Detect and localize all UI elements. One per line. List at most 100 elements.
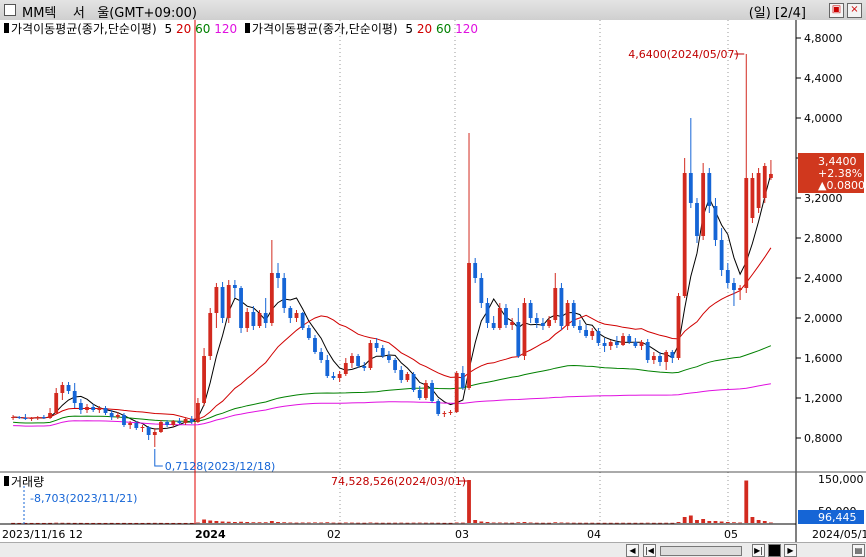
candle-body [584,330,588,336]
scroll-left-icon[interactable]: ◀ [626,544,639,557]
window-icon[interactable] [4,4,16,16]
volume-bar [719,521,724,523]
volume-bar [208,520,213,523]
volume-bar [417,522,422,524]
volume-bar [245,522,250,523]
candle-body [325,360,330,376]
ma60-legend[interactable]: 60 [195,22,210,36]
candle-body [676,296,681,358]
candle-body [485,303,490,323]
volume-bar [263,522,268,523]
volume-bar [331,522,336,524]
volume-bar [479,521,484,523]
legend-square-icon [4,23,9,33]
candle-body [553,288,558,320]
ma5-legend-2[interactable]: 5 [405,22,413,36]
ma20-legend-2[interactable]: 20 [417,22,432,36]
volume-bar [109,522,114,524]
candle-body [417,390,422,398]
candle-body [306,328,311,338]
candle-body [368,343,373,368]
volume-bar [54,522,59,524]
scroll-start-icon[interactable]: |◀ [643,544,656,557]
vol-high-annotation: 74,528,526(2024/03/01) [331,475,466,488]
volume-bar [78,522,83,524]
candle-body [362,366,367,368]
volume-bar [356,522,361,524]
candle-body [17,417,22,418]
volume-bar [695,520,699,523]
candle-body [269,273,274,323]
scroll-right-icon[interactable]: ▶ [784,544,797,557]
candle-body [282,278,287,308]
volume-bar [516,522,521,523]
scroll-end-icon[interactable]: ▶| [752,544,765,557]
ma120-legend-2[interactable]: 120 [455,22,478,36]
volume-bar [436,522,441,524]
candle-body [701,173,706,236]
ma60-legend-2[interactable]: 60 [436,22,451,36]
candle-body [639,342,644,346]
candle-body [226,285,231,318]
period-indicator[interactable]: (일) [2/4] [749,2,806,21]
legend-square-icon [244,23,250,33]
time-axis-label: 2024 [195,528,226,541]
volume-bar [614,522,619,524]
time-axis-label: 02 [327,528,341,541]
volume-bar [707,521,712,523]
volume-bar [387,522,391,524]
volume-bar [103,522,108,524]
ma120-legend[interactable]: 120 [214,22,237,36]
scroll-thumb[interactable] [660,546,742,556]
volume-bar [510,522,515,524]
volume-bar [152,522,157,524]
close-icon[interactable]: × [847,3,862,18]
candle-body [97,408,102,410]
candle-body [559,288,564,326]
ma20-legend[interactable]: 20 [176,22,191,36]
candle-body [541,323,545,326]
price-tick-label: 2,0000 [804,312,843,325]
candle-body [510,322,515,325]
candlestick-chart[interactable]: 4,80004,40004,00003,60003,20002,80002,40… [0,20,866,542]
volume-bar [85,522,89,524]
price-pane [0,20,866,472]
volume-bar [473,520,478,523]
candle-body [448,412,453,413]
candle-body [571,303,576,326]
candle-body [688,173,693,203]
candle-body [313,338,317,352]
volume-bar [497,522,502,524]
candle-body [208,313,213,356]
price-legend: 가격이동평균(종가,단순이평) 5 20 60 120 가격이동평균(종가,단순… [4,20,478,37]
candle-body [621,336,625,345]
candle-body [707,173,712,206]
candle-body [251,312,256,326]
window-settings-icon[interactable]: ▣ [829,3,844,18]
candle-body [682,173,687,296]
candle-body [769,174,773,178]
candle-body [393,360,397,370]
candle-body [331,376,336,378]
candle-body [436,401,441,414]
candle-body [516,322,521,356]
zoom-icon[interactable]: ▤ [852,544,865,557]
candle-body [122,415,126,425]
volume-bar [448,522,453,524]
volume-bar [362,522,367,524]
candle-body [387,356,391,360]
volume-bar [48,522,52,524]
volume-bar [189,522,194,524]
volume-bar [534,522,539,524]
volume-bar [115,522,120,524]
volume-bar [380,522,385,524]
stop-icon[interactable] [768,544,781,557]
ma5-legend[interactable]: 5 [165,22,173,36]
candle-body [350,356,354,363]
low-annotation: 0,7128(2023/12/18) [165,460,275,473]
horizontal-scrollbar[interactable]: ◀ |◀ ▶| ▶ ▤ [0,542,866,557]
volume-bar [762,521,767,523]
candle-body [479,278,484,303]
candle-body [738,288,743,290]
volume-bar [608,522,613,524]
